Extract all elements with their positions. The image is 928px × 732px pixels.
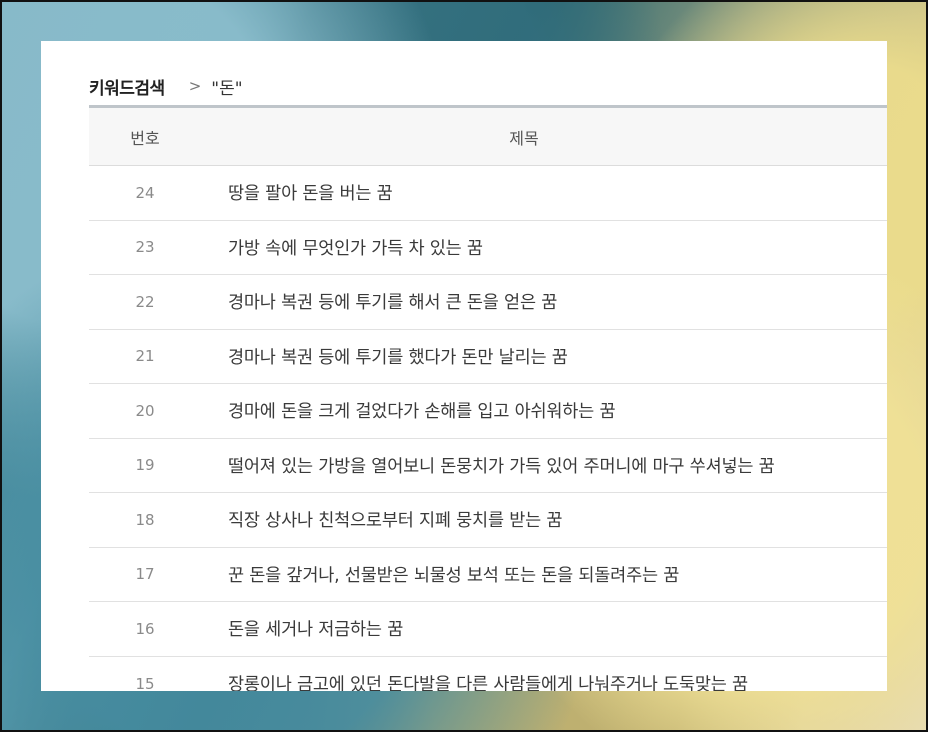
row-number: 17 [135,565,155,584]
row-title-link[interactable]: 꾼 돈을 갚거나, 선물받은 뇌물성 보석 또는 돈을 되돌려주는 꿈 [201,562,887,587]
row-title-link[interactable]: 경마나 복권 등에 투기를 해서 큰 돈을 얻은 꿈 [201,289,887,314]
row-number: 16 [135,619,155,638]
search-query: "돈" [211,78,243,99]
row-title-link[interactable]: 직장 상사나 친척으로부터 지폐 뭉치를 받는 꿈 [201,507,887,532]
header-number: 번호 [130,128,160,148]
table-row[interactable]: 21 경마나 복권 등에 투기를 했다가 돈만 날리는 꿈 [89,330,887,384]
row-number: 20 [135,401,155,420]
row-number: 23 [135,238,155,257]
row-title-link[interactable]: 가방 속에 무엇인가 가득 차 있는 꿈 [201,235,887,260]
table-row[interactable]: 18 직장 상사나 친척으로부터 지폐 뭉치를 받는 꿈 [89,493,887,548]
table-row[interactable]: 16 돈을 세거나 저금하는 꿈 [89,602,887,657]
table-body: 24 땅을 팔아 돈을 버는 꿈 23 가방 속에 무엇인가 가득 차 있는 꿈… [89,166,887,691]
table-row[interactable]: 19 떨어져 있는 가방을 열어보니 돈뭉치가 가득 있어 주머니에 마구 쑤셔… [89,439,887,493]
row-number: 22 [135,292,155,311]
row-title-link[interactable]: 경마나 복권 등에 투기를 했다가 돈만 날리는 꿈 [201,344,887,369]
row-number: 24 [135,183,155,202]
results-table: 번호 제목 24 땅을 팔아 돈을 버는 꿈 23 가방 속에 무엇인가 가득 … [89,105,887,691]
table-row[interactable]: 24 땅을 팔아 돈을 버는 꿈 [89,166,887,221]
search-results-panel: 키워드검색 > "돈" 번호 제목 24 땅을 팔아 돈을 버는 꿈 23 가방… [41,41,887,691]
breadcrumb-title: 키워드검색 [89,78,165,99]
row-title-link[interactable]: 땅을 팔아 돈을 버는 꿈 [201,180,887,205]
row-title-link[interactable]: 돈을 세거나 저금하는 꿈 [201,616,887,641]
row-number: 19 [135,456,155,475]
table-header: 번호 제목 [89,108,887,166]
row-number: 15 [135,674,155,691]
table-row[interactable]: 22 경마나 복권 등에 투기를 해서 큰 돈을 얻은 꿈 [89,275,887,330]
row-number: 18 [135,510,155,529]
table-row[interactable]: 20 경마에 돈을 크게 걸었다가 손해를 입고 아쉬워하는 꿈 [89,384,887,439]
table-row[interactable]: 15 장롱이나 금고에 있던 돈다발을 다른 사람들에게 나눠주거나 도둑맞는 … [89,657,887,691]
chevron-right-icon: > [188,77,202,95]
table-row[interactable]: 23 가방 속에 무엇인가 가득 차 있는 꿈 [89,221,887,275]
breadcrumb: 키워드검색 > "돈" [89,73,243,99]
row-title-link[interactable]: 장롱이나 금고에 있던 돈다발을 다른 사람들에게 나눠주거나 도둑맞는 꿈 [201,671,887,691]
row-title-link[interactable]: 경마에 돈을 크게 걸었다가 손해를 입고 아쉬워하는 꿈 [201,398,887,423]
header-title: 제목 [509,128,539,148]
table-row[interactable]: 17 꾼 돈을 갚거나, 선물받은 뇌물성 보석 또는 돈을 되돌려주는 꿈 [89,548,887,602]
row-title-link[interactable]: 떨어져 있는 가방을 열어보니 돈뭉치가 가득 있어 주머니에 마구 쑤셔넣는 … [201,453,887,478]
row-number: 21 [135,347,155,366]
